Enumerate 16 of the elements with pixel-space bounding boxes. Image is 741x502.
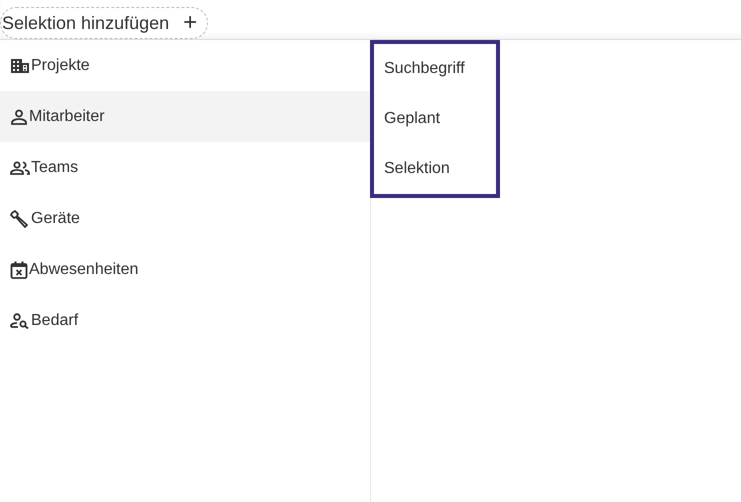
submenu-item[interactable]: Selektion (374, 144, 496, 194)
calendar-x-icon (10, 260, 28, 278)
category-item[interactable]: Mitarbeiter (0, 91, 370, 142)
category-item[interactable]: Teams (0, 142, 370, 193)
wrench-icon (10, 210, 30, 228)
person-search-icon (10, 312, 30, 328)
submenu-item[interactable]: Suchbegriff (374, 44, 496, 94)
people-icon (10, 160, 30, 176)
person-icon (10, 108, 28, 124)
category-item[interactable]: Geräte (0, 193, 370, 244)
category-item[interactable]: Bedarf (0, 295, 370, 346)
add-selection-button[interactable]: Selektion hinzufügen + (0, 7, 208, 39)
building-icon (10, 58, 30, 74)
submenu-item[interactable]: Geplant (374, 94, 496, 144)
category-item[interactable]: Projekte (0, 40, 370, 91)
category-item[interactable]: Abwesenheiten (0, 244, 370, 295)
